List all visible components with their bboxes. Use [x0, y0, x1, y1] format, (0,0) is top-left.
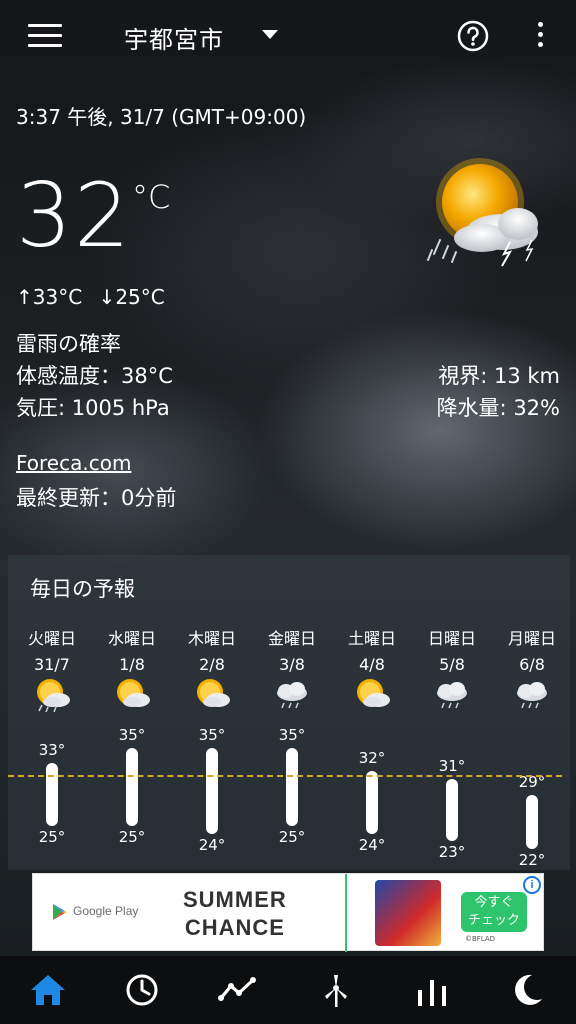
ad-cta-button[interactable]: 今すぐ チェック	[461, 892, 527, 932]
temperature-range-bar	[46, 763, 58, 826]
condition-text: 雷雨の確率	[16, 332, 121, 356]
day-low-temp: 24°	[358, 835, 386, 854]
partly-sunny-icon	[117, 679, 150, 707]
conditions-left: 雷雨の確率 体感温度：38°C 気圧: 1005 hPa	[16, 328, 173, 424]
day-date: 3/8	[279, 655, 305, 674]
day-date: 2/8	[199, 655, 225, 674]
day-date: 6/8	[519, 655, 545, 674]
pressure: 気圧: 1005 hPa	[16, 396, 170, 420]
day-low-temp: 25°	[278, 827, 306, 846]
daily-forecast-panel[interactable]: 毎日の予報 火曜日 31/7 33° 25° 水曜日 1/8 35° 25° 木曜日 2/8 35°…	[8, 555, 570, 870]
current-temperature: 32	[16, 164, 132, 267]
day-date: 5/8	[439, 655, 465, 674]
day-low-temp: 24°	[198, 835, 226, 854]
day-name: 月曜日	[507, 629, 556, 648]
home-icon[interactable]	[28, 972, 68, 1008]
cloud-rain-icon	[277, 682, 307, 709]
temperature-range-bar	[446, 779, 458, 842]
clock-icon[interactable]	[122, 972, 162, 1008]
day-low-temp: 25°	[38, 827, 66, 846]
day-name: 木曜日	[187, 629, 236, 648]
ad-headline-line-2: CHANCE	[184, 915, 285, 940]
cloud-rain-icon	[437, 682, 467, 709]
low-temp-label: ↓25°C	[98, 285, 165, 309]
ad-game-image[interactable]	[375, 880, 441, 946]
feels-like: 体感温度：38°C	[16, 364, 173, 388]
partly-sunny-icon	[357, 679, 390, 707]
trend-chart-icon[interactable]	[218, 972, 258, 1008]
ad-headline-line-1: SUMMER	[183, 887, 287, 912]
temperature-range-bar	[286, 747, 298, 826]
bottom-navigation	[0, 956, 576, 1024]
day-low-temp: 22°	[518, 851, 546, 870]
ad-headline: SUMMER CHANCE	[183, 886, 287, 942]
day-high-temp: 35°	[278, 725, 306, 744]
caret-down-icon[interactable]	[262, 30, 278, 39]
day-low-temp: 25°	[118, 827, 146, 846]
day-column[interactable]: 火曜日 31/7	[12, 625, 92, 713]
datetime-label: 3:37 午後, 31/7 (GMT+09:00)	[16, 105, 307, 129]
day-name: 土曜日	[347, 629, 396, 648]
day-name: 日曜日	[427, 629, 476, 648]
day-name: 火曜日	[27, 629, 76, 648]
day-column[interactable]: 土曜日 4/8	[332, 625, 412, 707]
day-date: 31/7	[34, 655, 70, 674]
help-circle-icon[interactable]	[457, 20, 489, 52]
day-name: 水曜日	[107, 629, 156, 648]
average-temperature-line	[8, 775, 562, 777]
temperature-range-bar	[126, 747, 138, 826]
temperature-range-bar	[526, 794, 538, 850]
temperature-range-bar	[366, 771, 378, 834]
low-temp-value: 25°C	[115, 285, 165, 309]
day-high-temp: 32°	[358, 749, 386, 768]
city-name[interactable]: 宇都宮市	[124, 20, 224, 55]
day-name: 金曜日	[267, 629, 316, 648]
day-column[interactable]: 月曜日 6/8	[492, 625, 572, 709]
conditions-right: 視界: 13 km 降水量: 32%	[437, 360, 560, 424]
google-play-icon	[53, 904, 67, 920]
source-link[interactable]: Foreca.com	[16, 451, 131, 475]
ad-brand: ©BFLAD	[465, 935, 496, 943]
top-app-bar: 宇都宮市	[0, 0, 576, 72]
more-vertical-icon[interactable]	[532, 22, 548, 52]
day-column[interactable]: 日曜日 5/8	[412, 625, 492, 709]
day-date: 4/8	[359, 655, 385, 674]
day-column[interactable]: 水曜日 1/8	[92, 625, 172, 707]
day-date: 1/8	[119, 655, 145, 674]
high-temp-value: 33°C	[32, 285, 83, 309]
adchoices-icon[interactable]: i	[523, 876, 541, 894]
day-high-temp: 31°	[438, 757, 466, 775]
day-column[interactable]: 金曜日 3/8	[252, 625, 332, 709]
daily-forecast-title: 毎日の予報	[30, 577, 135, 601]
visibility: 視界: 13 km	[438, 364, 560, 388]
wind-turbine-icon[interactable]	[316, 972, 356, 1008]
hamburger-menu-icon[interactable]	[28, 24, 62, 48]
bar-chart-icon[interactable]	[412, 972, 452, 1008]
partly-sunny-icon	[197, 679, 230, 707]
ad-cta-line-2: チェック	[467, 913, 520, 928]
google-play-label: Google Play	[73, 904, 139, 918]
high-temp-label: ↑33°C	[16, 285, 83, 309]
ad-divider	[345, 874, 347, 952]
high-low-temperature: ↑33°C ↓25°C	[16, 285, 175, 309]
day-high-temp: 35°	[118, 725, 146, 744]
precipitation: 降水量: 32%	[436, 396, 560, 420]
ad-cta-line-1: 今すぐ	[474, 895, 514, 910]
temperature-unit: °C	[132, 178, 171, 216]
cloud-rain-icon	[517, 682, 547, 709]
temperature-range-bar	[206, 747, 218, 834]
day-column[interactable]: 木曜日 2/8	[172, 625, 252, 707]
day-high-temp: 33°	[38, 741, 66, 760]
moon-icon[interactable]	[508, 972, 548, 1008]
partly-sunny-thunderstorm-icon	[427, 158, 538, 267]
day-high-temp: 35°	[198, 725, 226, 744]
partly-sunny-rain-icon	[37, 679, 70, 713]
day-low-temp: 23°	[438, 843, 466, 862]
last-update: 最終更新：0分前	[16, 486, 177, 510]
ad-banner[interactable]: Google Play SUMMER CHANCE 今すぐ チェック ©BFLA…	[32, 873, 544, 952]
